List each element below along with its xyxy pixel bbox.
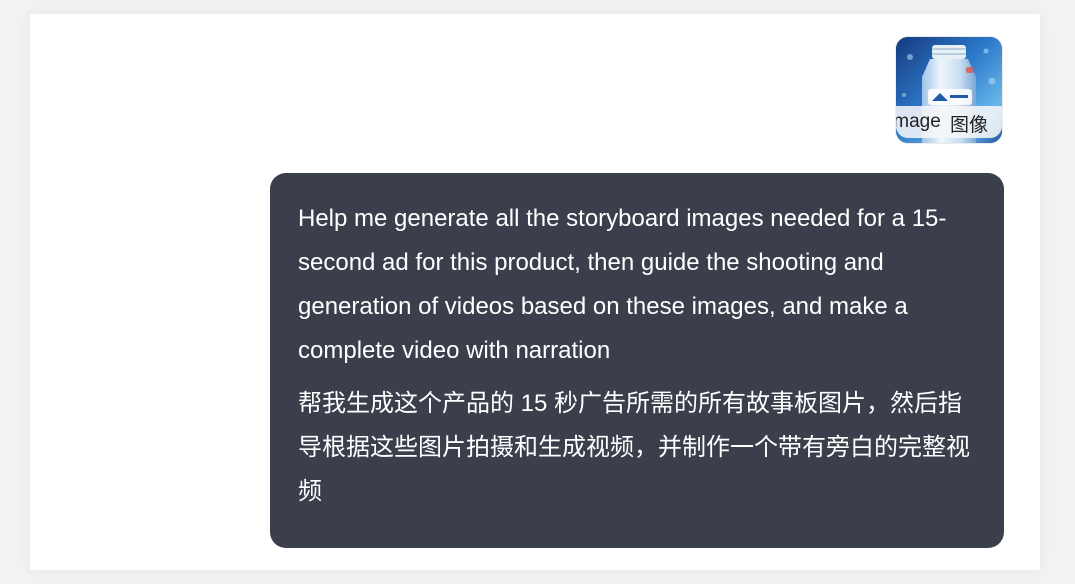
message-text-english: Help me generate all the storyboard imag… [298,205,947,364]
user-message-bubble: Help me generate all the storyboard imag… [270,173,1004,548]
screenshot-stage: Image 图像 Help me generate all the storyb… [0,0,1075,584]
attached-image-thumbnail[interactable]: Image 图像 [896,37,1002,143]
image-caption: Image 图像 [896,106,1002,138]
image-caption-english: Image [896,111,941,132]
message-text-chinese: 帮我生成这个产品的 15 秒广告所需的所有故事板图片，然后指导根据这些图片拍摄和… [298,390,970,505]
image-caption-chinese: 图像 [950,115,989,136]
